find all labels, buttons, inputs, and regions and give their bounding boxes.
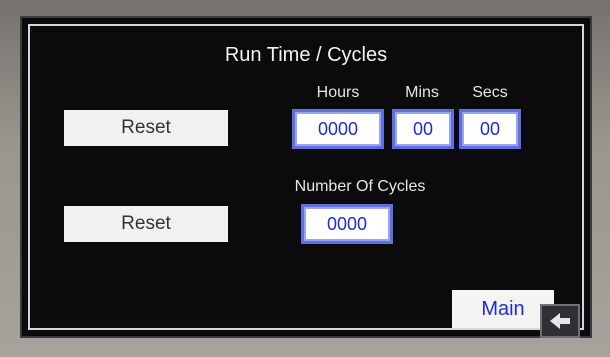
hours-label: Hours <box>316 84 360 101</box>
main-button[interactable]: Main <box>452 290 554 328</box>
screen-frame <box>28 24 584 330</box>
back-arrow-icon[interactable] <box>540 304 580 338</box>
secs-label: Secs <box>472 84 508 101</box>
cycles-label: Number Of Cycles <box>294 178 426 195</box>
mins-field[interactable]: 00 <box>392 109 454 149</box>
cycles-field[interactable]: 0000 <box>301 204 393 244</box>
cycles-reset-button[interactable]: Reset <box>64 206 228 242</box>
hmi-screen: Run Time / Cycles Hours Mins Secs Reset … <box>20 16 592 338</box>
secs-field[interactable]: 00 <box>459 109 521 149</box>
hours-field[interactable]: 0000 <box>292 109 384 149</box>
runtime-reset-button[interactable]: Reset <box>64 110 228 146</box>
mins-label: Mins <box>405 84 439 101</box>
page-title: Run Time / Cycles <box>224 44 388 66</box>
back-arrow-glyph <box>550 313 570 329</box>
